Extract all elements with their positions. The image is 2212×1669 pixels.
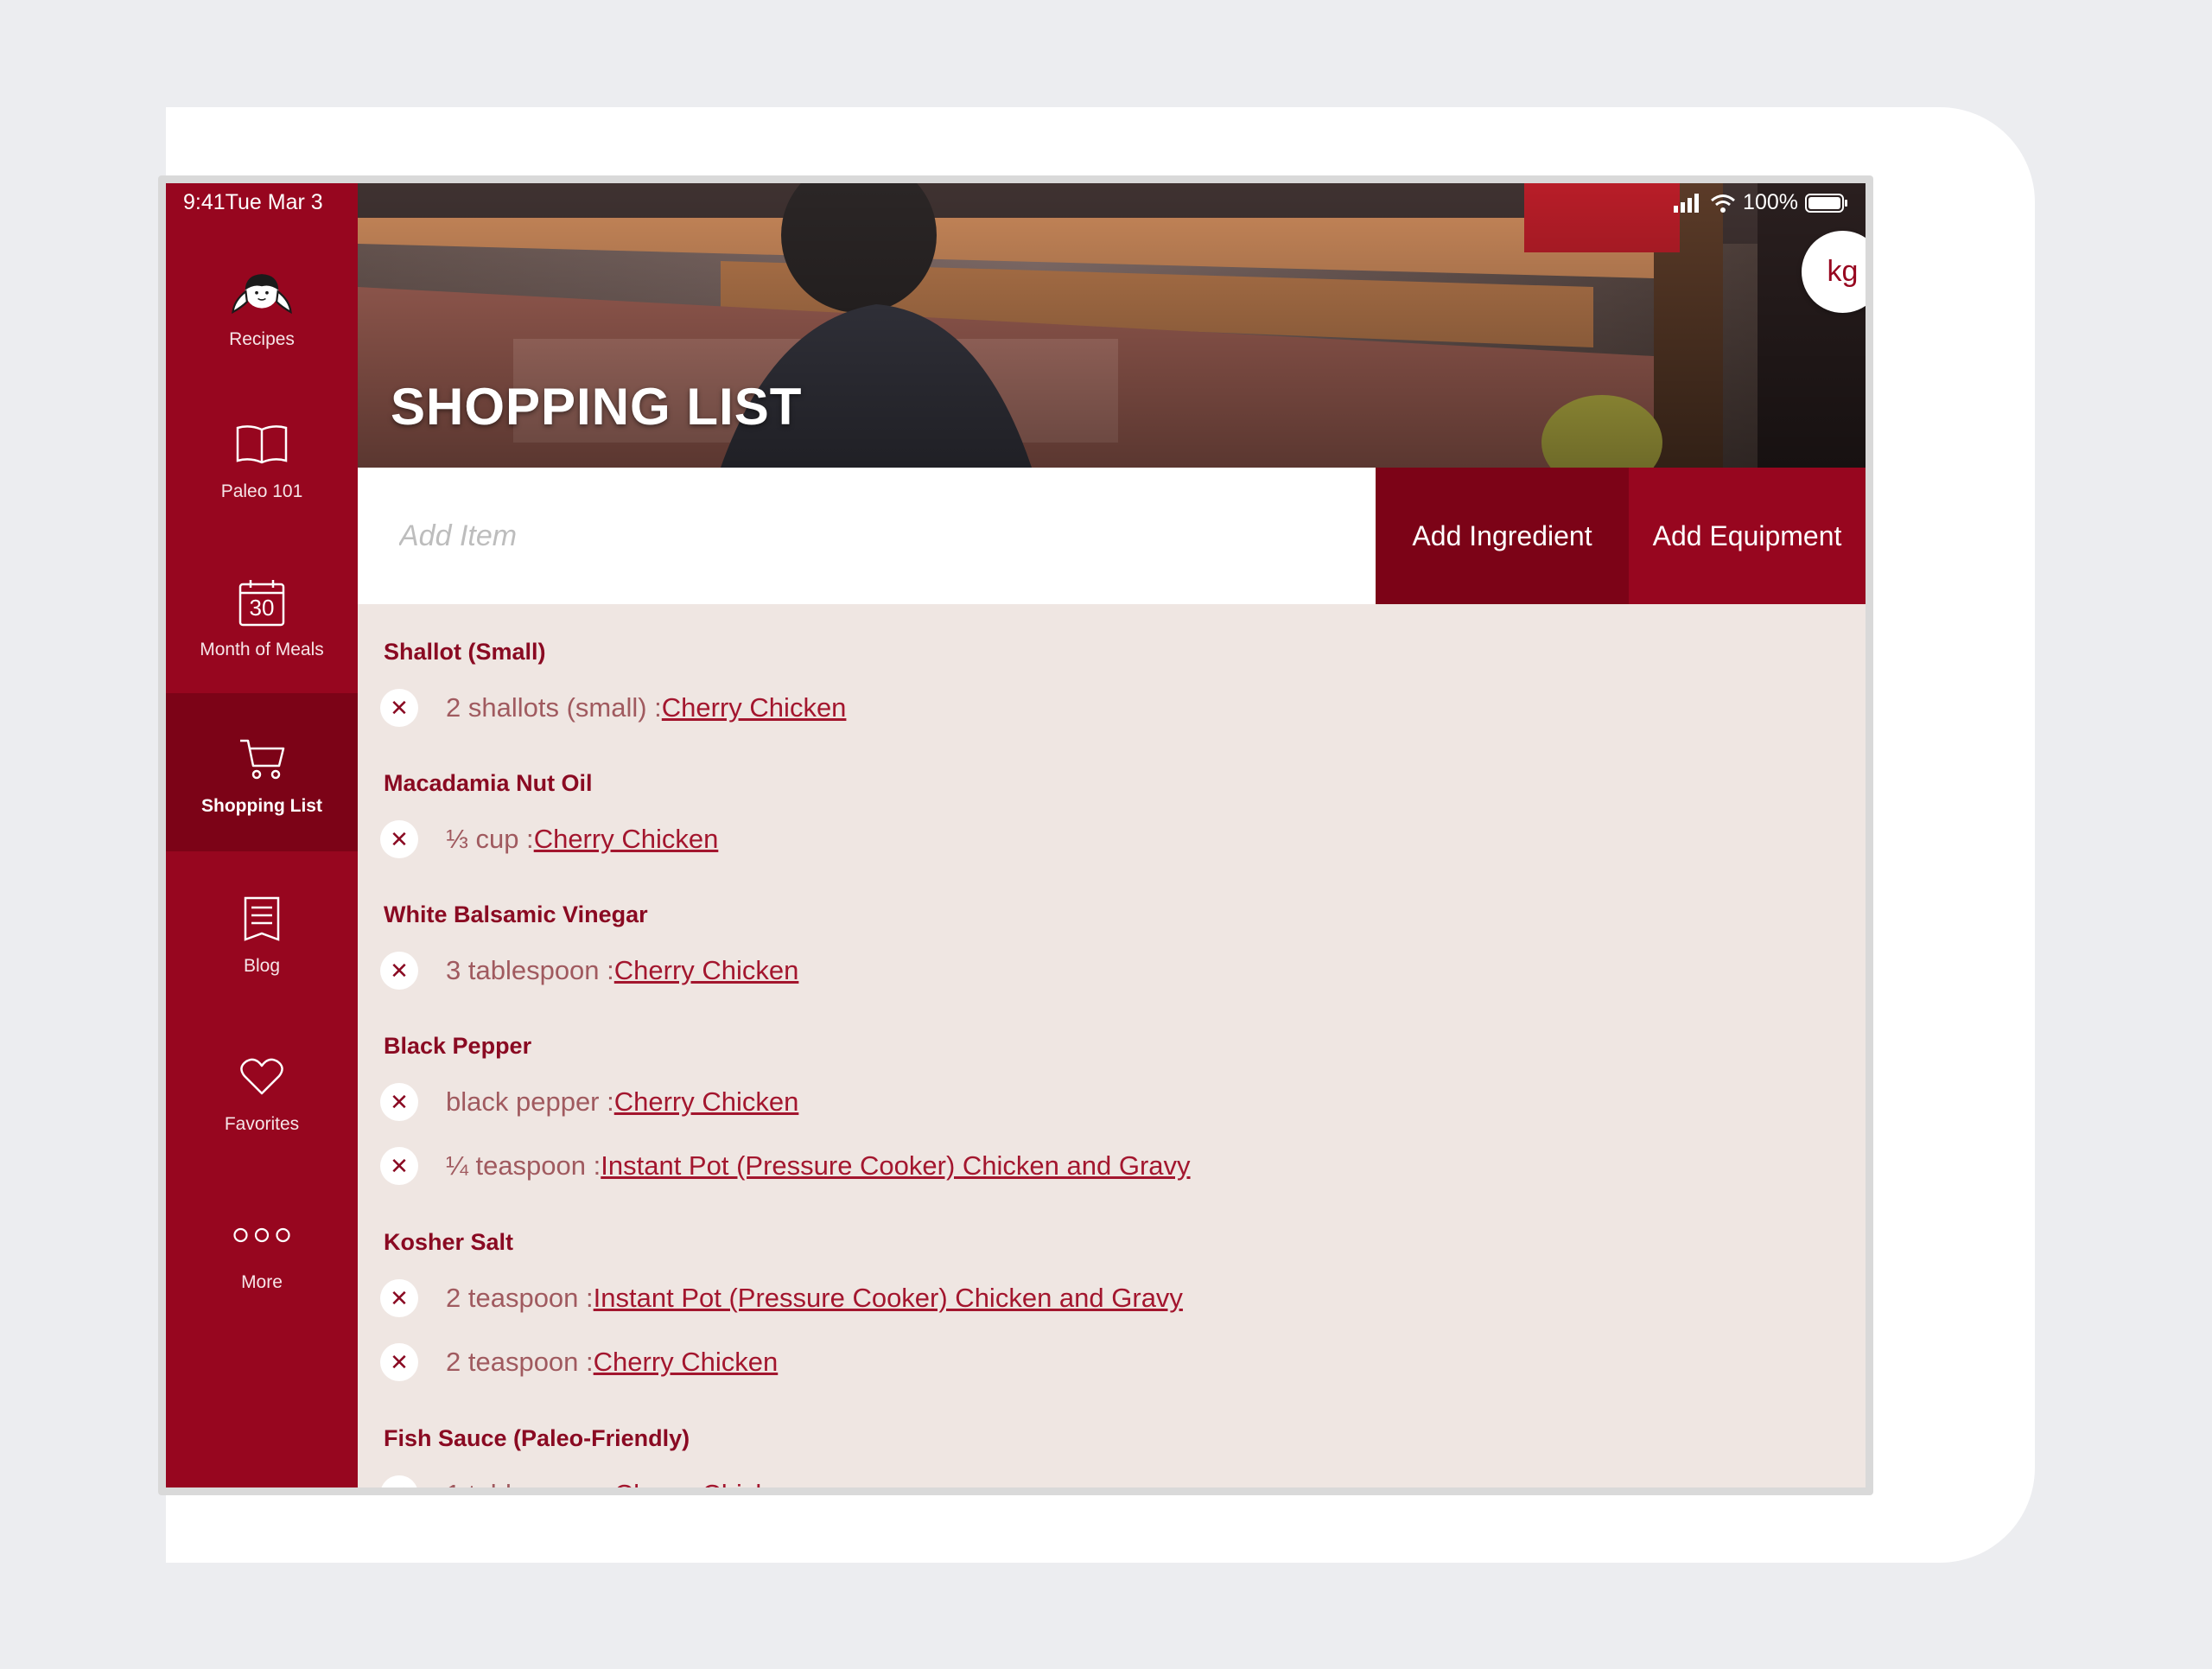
- remove-item-button[interactable]: ✕: [380, 1343, 418, 1381]
- page-title: SHOPPING LIST: [391, 378, 803, 436]
- status-indicators: 100%: [1674, 190, 1848, 215]
- recipe-link[interactable]: Cherry Chicken: [614, 955, 799, 986]
- close-icon: ✕: [390, 1284, 409, 1311]
- ingredient-group-title: Fish Sauce (Paleo-Friendly): [384, 1425, 690, 1451]
- app-screen: 9:41Tue Mar 3 Recipes Paleo 101 30 Month…: [166, 183, 1866, 1487]
- ingredient-group-title: Kosher Salt: [384, 1229, 514, 1255]
- ingredient-group-title: Shallot (Small): [384, 639, 546, 665]
- add-equipment-button[interactable]: Add Equipment: [1629, 468, 1866, 604]
- remove-item-button[interactable]: ✕: [380, 1083, 418, 1121]
- battery-percent: 100%: [1743, 190, 1798, 214]
- item-quantity: 2 teaspoon :: [446, 1283, 594, 1313]
- close-icon: ✕: [390, 1088, 409, 1115]
- sidebar-item-label: Shopping List: [201, 795, 322, 816]
- header-banner: SHOPPING LIST 100% kg: [358, 183, 1866, 468]
- close-icon: ✕: [390, 1152, 409, 1179]
- sidebar-item-label: Recipes: [229, 328, 295, 349]
- list-item: ✕ 2 shallots (small) : Cherry Chicken: [380, 686, 846, 729]
- recipe-link[interactable]: Cherry Chicken: [614, 1086, 799, 1118]
- list-item: ✕ black pepper : Cherry Chicken: [380, 1080, 798, 1124]
- document-icon: [232, 889, 292, 949]
- item-quantity: 2 shallots (small) :: [446, 692, 662, 723]
- recipe-link[interactable]: Cherry Chicken: [594, 1347, 779, 1378]
- add-item-input[interactable]: [358, 468, 1376, 604]
- wifi-icon: [1711, 194, 1736, 213]
- cart-icon: [232, 729, 292, 789]
- more-dots-icon: [232, 1205, 292, 1265]
- sidebar-item-label: Blog: [243, 955, 281, 976]
- remove-item-button[interactable]: ✕: [380, 952, 418, 990]
- add-ingredient-button[interactable]: Add Ingredient: [1376, 468, 1629, 604]
- battery-icon: [1805, 193, 1847, 213]
- recipe-link[interactable]: Cherry Chicken: [534, 824, 719, 855]
- recipe-link[interactable]: Cherry Chicken: [662, 692, 847, 723]
- sidebar-item-paleo-101[interactable]: Paleo 101: [166, 379, 358, 537]
- list-item: ✕ 1 tablespoon : Cherry Chicken: [380, 1473, 798, 1487]
- sidebar-item-label: Paleo 101: [220, 481, 303, 501]
- remove-item-button[interactable]: ✕: [380, 1147, 418, 1185]
- sidebar-item-more[interactable]: More: [166, 1169, 358, 1328]
- close-icon: ✕: [390, 694, 409, 721]
- ingredient-group-title: Macadamia Nut Oil: [384, 770, 593, 796]
- list-item: ✕ 3 tablespoon : Cherry Chicken: [380, 949, 798, 992]
- item-quantity: black pepper :: [446, 1086, 614, 1117]
- item-quantity: ¼ teaspoon :: [446, 1150, 601, 1181]
- sidebar-item-recipes[interactable]: Recipes: [166, 226, 358, 385]
- close-icon: ✕: [390, 1348, 409, 1375]
- add-item-bar: Add Ingredient Add Equipment: [358, 468, 1866, 604]
- shopping-list: Shallot (Small) ✕ 2 shallots (small) : C…: [358, 604, 1866, 1487]
- remove-item-button[interactable]: ✕: [380, 1475, 418, 1487]
- calendar-icon: 30: [232, 572, 292, 633]
- item-quantity: 1 tablespoon :: [446, 1479, 614, 1487]
- item-quantity: 3 tablespoon :: [446, 955, 614, 985]
- sidebar-item-shopping-list[interactable]: Shopping List: [166, 693, 358, 851]
- sidebar-item-blog[interactable]: Blog: [166, 853, 358, 1011]
- sidebar-item-label: Month of Meals: [200, 639, 324, 659]
- ingredient-group-title: Black Pepper: [384, 1033, 532, 1059]
- remove-item-button[interactable]: ✕: [380, 689, 418, 727]
- list-item: ✕ 2 teaspoon : Instant Pot (Pressure Coo…: [380, 1277, 1183, 1320]
- sidebar-item-label: More: [241, 1271, 283, 1292]
- list-item: ✕ ¼ teaspoon : Instant Pot (Pressure Coo…: [380, 1144, 1191, 1188]
- recipe-link[interactable]: Instant Pot (Pressure Cooker) Chicken an…: [601, 1150, 1190, 1182]
- close-icon: ✕: [390, 957, 409, 984]
- ingredient-group-title: White Balsamic Vinegar: [384, 901, 648, 927]
- item-quantity: ⅓ cup :: [446, 824, 534, 854]
- signal-icon: [1674, 193, 1700, 213]
- calendar-day-badge: 30: [249, 594, 275, 621]
- sidebar: 9:41Tue Mar 3 Recipes Paleo 101 30 Month…: [166, 183, 358, 1487]
- sidebar-item-favorites[interactable]: Favorites: [166, 1011, 358, 1169]
- remove-item-button[interactable]: ✕: [380, 820, 418, 858]
- girl-logo-icon: [232, 262, 292, 322]
- list-item: ✕ ⅓ cup : Cherry Chicken: [380, 818, 718, 861]
- list-item: ✕ 2 teaspoon : Cherry Chicken: [380, 1341, 778, 1384]
- recipe-link[interactable]: Cherry Chicken: [614, 1479, 799, 1487]
- remove-item-button[interactable]: ✕: [380, 1279, 418, 1317]
- item-quantity: 2 teaspoon :: [446, 1347, 594, 1377]
- book-icon: [232, 414, 292, 475]
- status-time: 9:41Tue Mar 3: [183, 190, 323, 214]
- heart-icon: [232, 1047, 292, 1107]
- close-icon: ✕: [390, 825, 409, 852]
- recipe-link[interactable]: Instant Pot (Pressure Cooker) Chicken an…: [594, 1283, 1183, 1314]
- close-icon: ✕: [390, 1481, 409, 1488]
- sidebar-item-label: Favorites: [224, 1113, 300, 1134]
- sidebar-item-month-of-meals[interactable]: 30 Month of Meals: [166, 537, 358, 695]
